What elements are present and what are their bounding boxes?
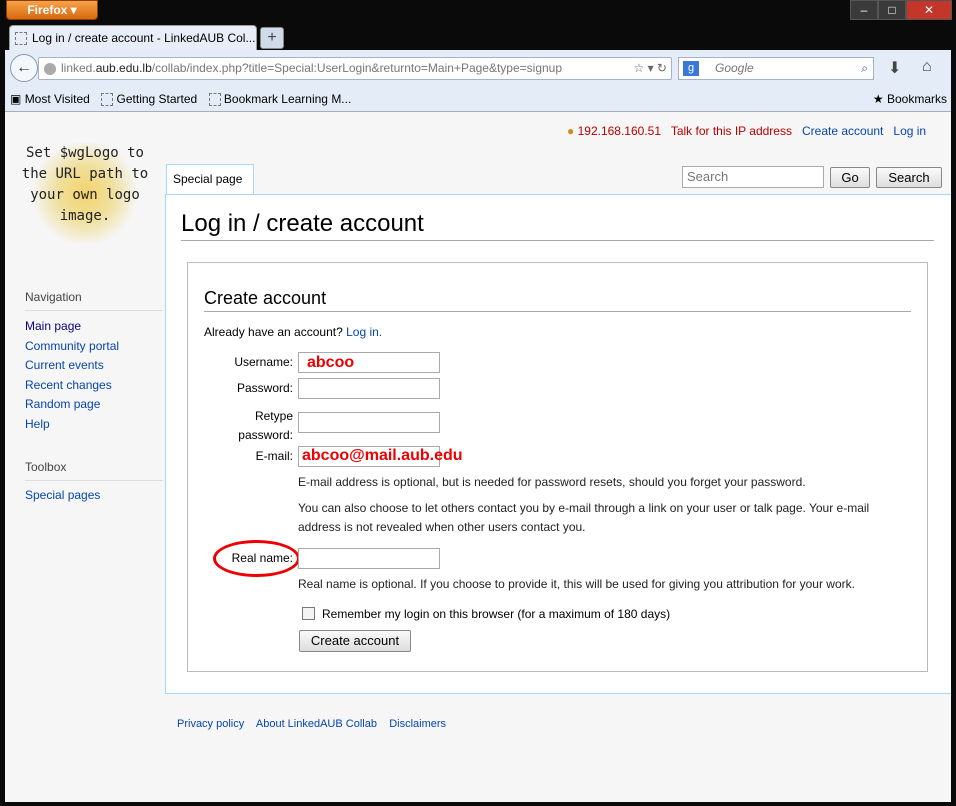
google-icon: g (683, 61, 699, 76)
highlight-circle (213, 540, 300, 577)
remember-label: Remember my login on this browser (for a… (322, 607, 671, 621)
realname-note: Real name is optional. If you choose to … (298, 577, 855, 591)
url-path: /collab/index.php?title=Special:UserLogi… (151, 61, 563, 75)
talk-link[interactable]: Talk for this IP address (671, 124, 792, 138)
nav-heading: Navigation (25, 290, 82, 304)
minimize-button[interactable]: – (850, 0, 878, 20)
login-link[interactable]: Log in (893, 124, 926, 138)
wiki-logo[interactable]: Set $wgLogo to the URL path to your own … (20, 143, 150, 243)
ip-link[interactable]: 192.168.160.51 (578, 124, 661, 138)
sidebar-item-main-page[interactable]: Main page (25, 317, 119, 337)
bookmarks-toolbar: ▣ Most Visited Getting Started Bookmark … (5, 86, 951, 112)
globe-icon (44, 63, 56, 75)
retype-label-2: password: (238, 428, 293, 442)
back-button[interactable]: ← (10, 54, 38, 82)
url-host: aub.edu.lb (95, 61, 152, 75)
footer-privacy-link[interactable]: Privacy policy (177, 718, 244, 730)
divider (181, 240, 934, 241)
home-icon[interactable]: ⌂ (922, 58, 932, 76)
tab-label: Special page (173, 172, 243, 186)
email-label: E-mail: (255, 449, 293, 463)
bookmark-getting-started[interactable]: Getting Started (117, 92, 198, 106)
search-placeholder: Search (687, 169, 729, 184)
maximize-button[interactable]: □ (878, 0, 906, 20)
bookmarks-icon: ★ (872, 92, 884, 106)
divider (25, 480, 163, 481)
personal-tools: ● 192.168.160.51 Talk for this IP addres… (567, 124, 926, 138)
download-icon[interactable]: ⬇ (888, 58, 901, 78)
tab-special-page[interactable]: Special page (166, 164, 254, 195)
page-title: Log in / create account (181, 210, 424, 237)
footer-about-link[interactable]: About LinkedAUB Collab (256, 718, 377, 730)
username-value: abcoo (307, 354, 355, 371)
url-host-pre: linked. (61, 61, 96, 75)
search-placeholder: Google (715, 61, 754, 75)
realname-input[interactable] (298, 548, 440, 569)
sidebar-item-recent-changes[interactable]: Recent changes (25, 376, 119, 396)
search-button[interactable]: Search (876, 167, 942, 188)
email-input[interactable]: abcoo@mail.aub.edu (298, 446, 463, 467)
sidebar-item-current-events[interactable]: Current events (25, 356, 119, 376)
sidebar-item-special-pages[interactable]: Special pages (25, 488, 100, 502)
form-login-link[interactable]: Log in. (346, 325, 382, 339)
firefox-menu-button[interactable]: Firefox ▾ (6, 0, 98, 20)
close-button[interactable]: ✕ (906, 0, 952, 20)
password-label: Password: (236, 381, 293, 395)
nav-list: Main page Community portal Current event… (25, 317, 119, 435)
tab-title: Log in / create account - LinkedAUB Col.… (32, 31, 256, 45)
browser-search-input[interactable]: g Google ⌕ (678, 57, 874, 80)
form-title: Create account (204, 288, 327, 308)
bookmark-star-reload-icons[interactable]: ☆ ▾ ↻ (629, 58, 667, 79)
user-icon: ● (567, 124, 575, 138)
bookmark-learning[interactable]: Bookmark Learning M... (224, 92, 351, 106)
password-input[interactable] (298, 378, 440, 399)
footer-disclaimers-link[interactable]: Disclaimers (389, 718, 446, 730)
page-icon (208, 93, 221, 107)
sidebar-item-community-portal[interactable]: Community portal (25, 337, 119, 357)
already-text: Already have an account? (204, 325, 343, 339)
create-account-link[interactable]: Create account (802, 124, 883, 138)
magnifier-icon[interactable]: ⌕ (861, 58, 868, 79)
bookmark-most-visited[interactable]: Most Visited (25, 92, 90, 106)
retype-password-input[interactable] (298, 412, 440, 433)
retype-label-1: Retype (254, 409, 293, 423)
bookmarks-menu[interactable]: ★ Bookmarks (873, 86, 947, 112)
wiki-search-input[interactable]: Search (682, 166, 824, 188)
menu-label: Firefox (27, 3, 68, 17)
new-tab-button[interactable]: + (260, 27, 284, 49)
url-bar[interactable]: linked.aub.edu.lb/collab/index.php?title… (38, 57, 672, 80)
bookmarks-label: Bookmarks (886, 92, 947, 106)
divider (25, 310, 163, 311)
logo-text: Set $wgLogo to the URL path to your own … (21, 145, 149, 224)
divider (204, 311, 911, 312)
most-visited-icon: ▣ (10, 92, 22, 106)
create-account-button[interactable]: Create account (299, 630, 411, 652)
email-note: E-mail address is optional, but is neede… (298, 475, 806, 489)
page-icon (15, 32, 27, 45)
username-input[interactable]: abcoo (298, 352, 440, 373)
username-label: Username: (234, 355, 293, 369)
go-button[interactable]: Go (830, 167, 870, 188)
email-value: abcoo@mail.aub.edu (302, 447, 463, 464)
page-icon (101, 93, 114, 107)
browser-tab[interactable]: Log in / create account - LinkedAUB Col.… (9, 25, 257, 51)
email-contact-note: You can also choose to let others contac… (298, 501, 870, 534)
remember-checkbox[interactable] (302, 607, 315, 620)
toolbox-heading: Toolbox (25, 460, 67, 474)
sidebar-item-random-page[interactable]: Random page (25, 395, 119, 415)
sidebar-item-help[interactable]: Help (25, 415, 119, 435)
